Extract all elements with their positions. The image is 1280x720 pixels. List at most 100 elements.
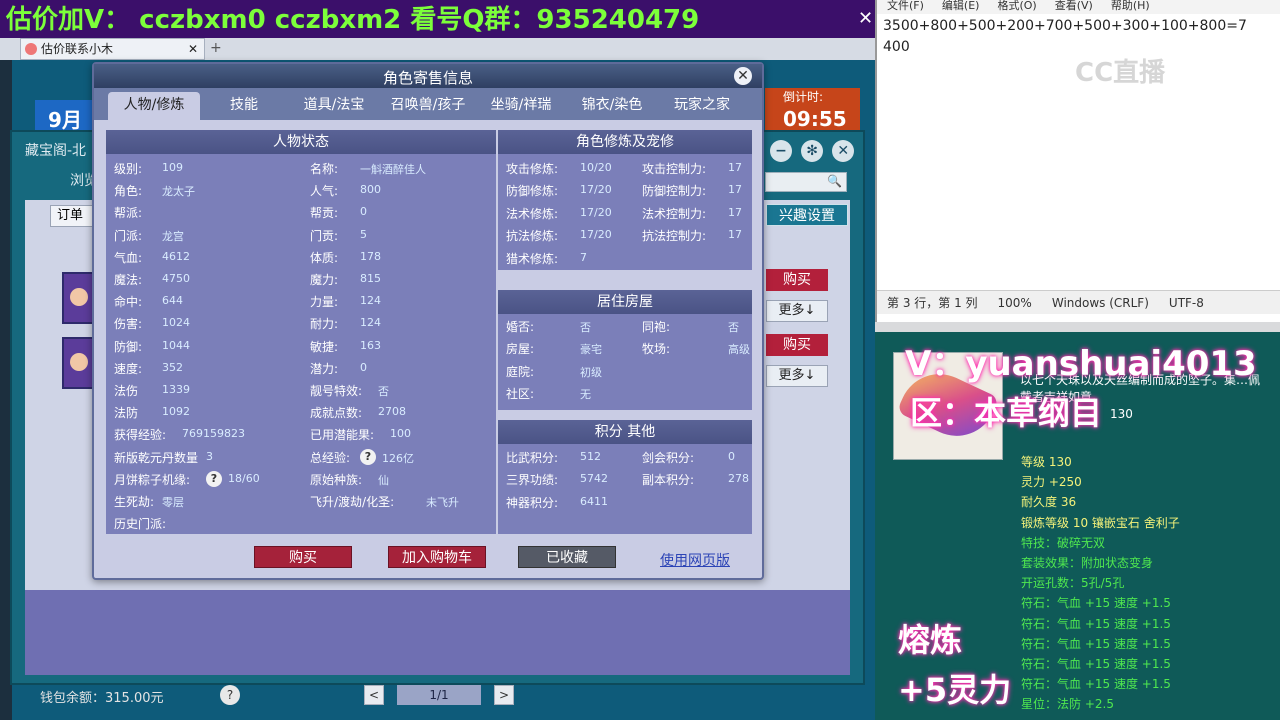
points-label: 三界功绩: — [506, 473, 559, 488]
settings-icon[interactable]: ✻ — [801, 140, 824, 162]
add-to-cart-button[interactable]: 加入购物车 — [388, 546, 486, 568]
listing-more-button[interactable]: 更多↓ — [766, 365, 828, 387]
notepad-menu-item[interactable]: 格式(O) — [997, 0, 1036, 12]
cultivation-value: 10/20 — [580, 161, 612, 174]
item-attribute: 锻炼等级 10 镶嵌宝石 舍利子 — [1021, 515, 1180, 530]
notepad-menu-item[interactable]: 帮助(H) — [1111, 0, 1150, 12]
dialog-close-icon[interactable]: ✕ — [734, 67, 752, 85]
countdown-time: 09:55 — [783, 107, 847, 131]
points-value: 0 — [728, 450, 735, 463]
tab-items[interactable]: 道具/法宝 — [294, 92, 374, 120]
status-value: 124 — [360, 294, 381, 308]
wallet-help-icon[interactable]: ? — [220, 685, 240, 705]
housing-label: 牧场: — [642, 342, 671, 357]
status-label: 命中: — [114, 295, 143, 310]
cultivation-label: 猎术修炼: — [506, 251, 559, 266]
status-value: 1339 — [162, 383, 190, 396]
cultivation-label: 攻击修炼: — [506, 162, 559, 176]
buy-button[interactable]: 购买 — [254, 546, 352, 568]
status-value: 769159823 — [182, 427, 245, 441]
status-label: 敏捷: — [310, 339, 339, 354]
status-label: 人气: — [310, 184, 339, 199]
pager-prev-button[interactable]: < — [364, 685, 384, 705]
tab-close-icon[interactable]: ✕ — [188, 39, 198, 59]
item-attribute: 灵力 +250 — [1021, 475, 1082, 490]
status-label: 魔法: — [114, 273, 143, 287]
status-value: 0 — [360, 360, 367, 374]
cultivation-section-header: 角色修炼及宠修 — [498, 130, 752, 154]
status-label: 生死劫: — [114, 495, 155, 509]
help-icon[interactable]: ? — [360, 448, 376, 465]
status-label: 门贡: — [310, 228, 339, 243]
housing-label: 社区: — [506, 387, 535, 402]
countdown-banner[interactable]: 倒计时: 09:55 — [765, 88, 860, 134]
overlay-smelt: 熔炼 — [898, 621, 963, 659]
item-attribute: 耐久度 36 — [1021, 495, 1077, 510]
close-icon[interactable]: ✕ — [832, 140, 855, 162]
housing-label: 庭院: — [506, 364, 535, 379]
status-value: 0 — [360, 205, 367, 219]
tab-player-home[interactable]: 玩家之家 — [660, 92, 744, 120]
promo-banner-text: 估价加V： cczbxm0 cczbxm2 看号Q群：935240479 — [6, 5, 700, 35]
housing-section-header: 居住房屋 — [498, 290, 752, 314]
browser-tab[interactable]: 估价联系小木 ✕ — [20, 38, 205, 60]
status-label: 历史门派: — [114, 517, 167, 532]
listing-avatar[interactable] — [62, 337, 94, 389]
collected-button[interactable]: 已收藏 — [518, 546, 616, 568]
status-value: 否 — [378, 385, 389, 398]
housing-value: 高级 — [728, 343, 750, 357]
status-label: 防御: — [114, 339, 143, 354]
pager-next-button[interactable]: > — [494, 685, 514, 705]
tab-outfits[interactable]: 锦衣/染色 — [570, 92, 654, 120]
web-version-link[interactable]: 使用网页版 — [660, 550, 730, 570]
status-label: 气血: — [114, 250, 143, 265]
status-value: 100 — [390, 427, 411, 441]
listing-buy-button[interactable]: 购买 — [766, 269, 828, 291]
tab-character[interactable]: 人物/修炼 — [108, 92, 200, 120]
overlay-contact: V：yuanshuai4013 — [905, 344, 1257, 384]
listing-buy-button[interactable]: 购买 — [766, 334, 828, 356]
status-label: 原始种族: — [310, 472, 363, 487]
dialog-tabs: 人物/修炼 技能 道具/法宝 召唤兽/孩子 坐骑/祥瑞 锦衣/染色 玩家之家 — [94, 88, 762, 120]
item-attribute: 特技：破碎无双 — [1021, 535, 1106, 550]
points-label: 神器积分: — [506, 495, 559, 510]
help-icon[interactable]: ? — [206, 470, 222, 487]
search-input[interactable]: 🔍 — [765, 172, 847, 192]
notepad-menu-item[interactable]: 编辑(E) — [942, 0, 980, 12]
search-icon[interactable]: 🔍 — [827, 174, 842, 188]
tab-summons[interactable]: 召唤兽/孩子 — [380, 92, 476, 120]
status-label: 级别: — [114, 162, 143, 176]
banner-close-icon[interactable]: ✕ — [858, 8, 873, 29]
status-value: 124 — [360, 316, 381, 330]
status-label: 角色: — [114, 184, 143, 199]
item-attribute: 套装效果：附加状态变身 — [1021, 556, 1154, 570]
status-label: 名称: — [310, 162, 339, 176]
status-value: 龙太子 — [162, 185, 195, 199]
tab-mounts[interactable]: 坐骑/祥瑞 — [478, 92, 564, 120]
listing-more-button[interactable]: 更多↓ — [766, 300, 828, 322]
cultivation-value: 17 — [728, 228, 742, 242]
tab-skills[interactable]: 技能 — [214, 92, 274, 120]
cultivation-label: 抗法修炼: — [506, 229, 559, 244]
status-label: 魔力: — [310, 273, 339, 287]
item-panel-topbar — [875, 322, 1280, 332]
housing-value: 否 — [580, 321, 591, 334]
notepad-text[interactable]: 3500+800+500+200+700+500+300+100+800=7 4… — [883, 16, 1247, 58]
dialog-titlebar: 角色寄售信息 ✕ — [94, 64, 762, 88]
overlay-bonus: +5灵力 — [898, 671, 1012, 709]
minimize-icon[interactable]: − — [770, 140, 792, 162]
cultivation-label: 防御控制力: — [642, 184, 707, 199]
notepad-menu-item[interactable]: 文件(F) — [887, 0, 924, 12]
interest-settings-button[interactable]: 兴趣设置 — [766, 204, 848, 226]
item-attribute: 符石：气血 +15 速度 +1.5 — [1021, 596, 1171, 611]
promo-banner: 估价加V： cczbxm0 cczbxm2 看号Q群：935240479 — [0, 0, 875, 40]
housing-value: 豪宅 — [580, 343, 602, 357]
status-label: 门派: — [114, 228, 143, 243]
notepad-menu-item[interactable]: 查看(V) — [1055, 0, 1093, 12]
status-value: 126亿 — [382, 451, 414, 465]
status-value: 龙宫 — [162, 229, 184, 243]
new-tab-button[interactable]: + — [210, 40, 222, 56]
listing-avatar[interactable] — [62, 272, 94, 324]
notepad-status-item: Windows (CRLF) — [1051, 296, 1149, 310]
status-value: 仙 — [378, 473, 389, 487]
